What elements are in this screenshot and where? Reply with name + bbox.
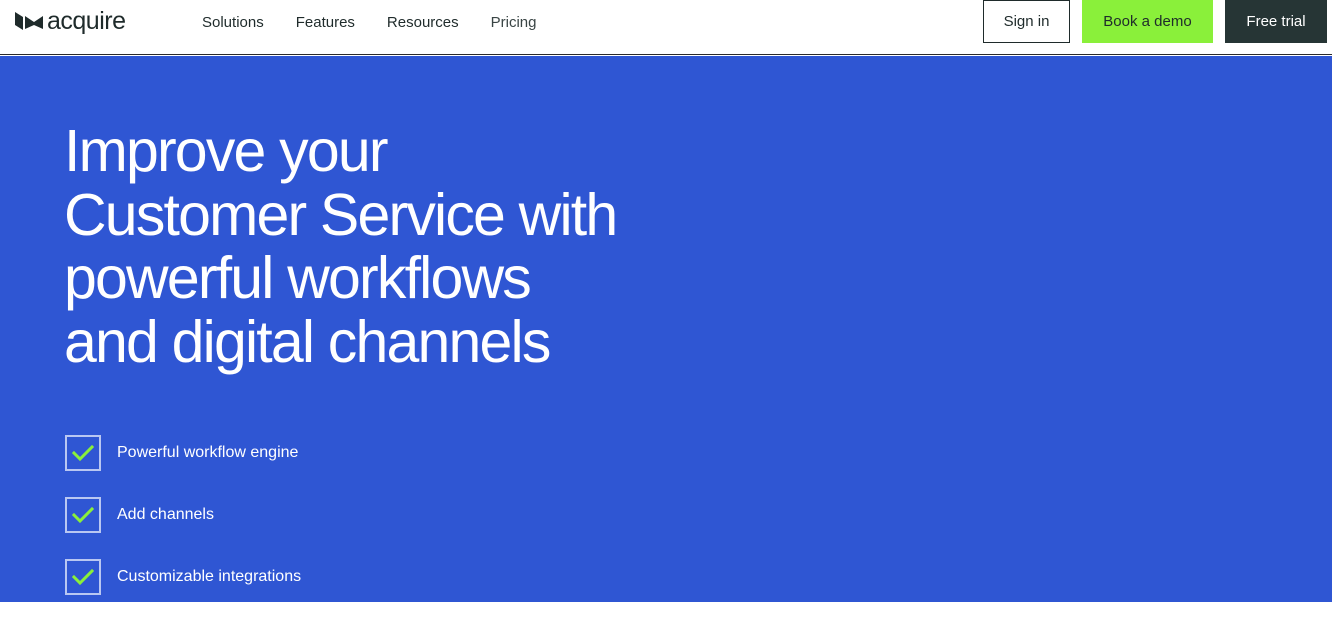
feature-label: Powerful workflow engine: [117, 444, 299, 461]
brand-logo[interactable]: acquire: [14, 6, 126, 36]
brand-name: acquire: [47, 7, 126, 35]
headline-line: and digital channels: [64, 308, 551, 375]
feature-item: Customizable integrations: [65, 559, 301, 595]
headline-line: Improve your: [64, 118, 389, 184]
feature-item: Powerful workflow engine: [65, 435, 301, 471]
check-icon: [65, 435, 101, 471]
nav-features-link[interactable]: Features: [296, 14, 355, 31]
hero-section: Improve your Customer Service with power…: [0, 56, 1332, 602]
acquire-logo-icon: [14, 10, 44, 32]
nav-resources-link[interactable]: Resources: [387, 14, 459, 31]
hero-headline: Improve your Customer Service with power…: [64, 118, 724, 375]
nav-solutions-link[interactable]: Solutions: [202, 14, 264, 31]
check-icon: [65, 497, 101, 533]
main-nav: Solutions Features Resources Pricing: [202, 12, 536, 32]
sign-in-button[interactable]: Sign in: [983, 0, 1070, 43]
nav-pricing-link[interactable]: Pricing: [491, 14, 537, 31]
feature-label: Add channels: [117, 506, 214, 523]
free-trial-button[interactable]: Free trial: [1225, 0, 1327, 43]
feature-item: Add channels: [65, 497, 301, 533]
headline-line: Customer Service with: [64, 181, 618, 248]
check-icon: [65, 559, 101, 595]
feature-list: Powerful workflow engine Add channels Cu…: [65, 435, 301, 621]
top-navigation-bar: acquire Solutions Features Resources Pri…: [0, 0, 1332, 55]
headline-line: powerful workflows: [64, 245, 532, 311]
book-demo-button[interactable]: Book a demo: [1082, 0, 1213, 43]
feature-label: Customizable integrations: [117, 568, 302, 585]
